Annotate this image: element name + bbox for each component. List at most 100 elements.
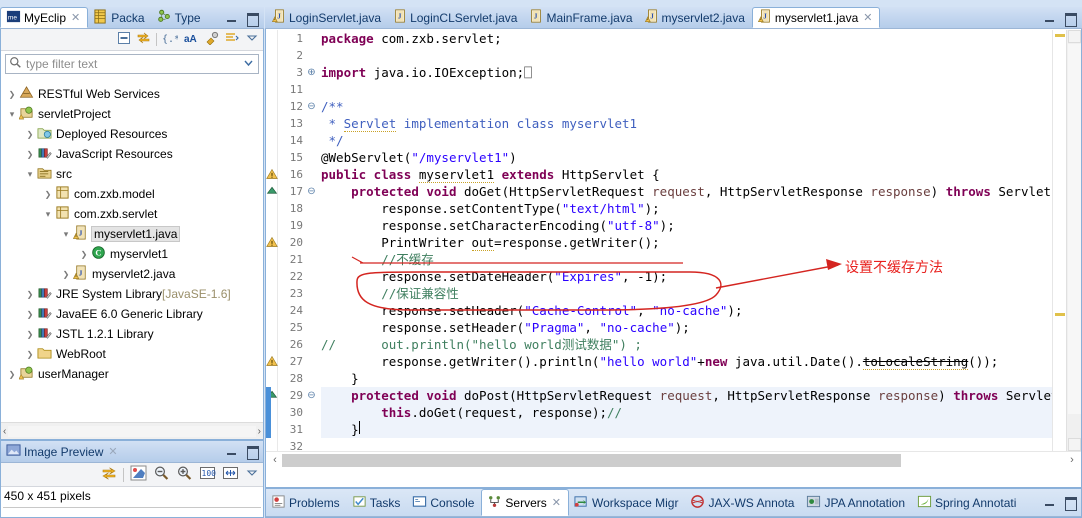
annotation-ruler-row[interactable] (266, 149, 277, 166)
editor-tab-mainframe-java[interactable]: J MainFrame.java (524, 7, 639, 28)
filter-text-field[interactable]: type filter text (5, 54, 259, 74)
chevron-down-icon[interactable] (242, 56, 255, 72)
annotation-ruler-row[interactable] (266, 183, 278, 200)
close-icon[interactable]: ✕ (71, 11, 80, 24)
tree-item-com-zxb-model[interactable]: com.zxb.model (1, 184, 263, 204)
code-line[interactable]: this.doGet(request, response);// (321, 404, 1052, 421)
zoom-in-icon[interactable] (176, 465, 193, 484)
left-tab-myeclip[interactable]: me MyEclip ✕ (0, 7, 89, 28)
filter-icon[interactable]: {.*} (162, 31, 186, 48)
code-line[interactable]: response.setHeader("Pragma", "no-cache")… (321, 319, 1052, 336)
scroll-right-arrow[interactable]: › (258, 426, 261, 437)
collapse-all-icon[interactable] (117, 31, 131, 48)
hscroll-thumb[interactable] (282, 453, 901, 467)
chevron-right-icon[interactable] (59, 269, 73, 279)
focus-icon[interactable] (224, 31, 240, 48)
package-explorer-hscrollbar[interactable]: ‹ › (1, 422, 263, 439)
chevron-right-icon[interactable] (23, 309, 37, 319)
sort-icon[interactable]: aA (183, 31, 199, 48)
bottom-tab-problems[interactable]: Problems (266, 489, 347, 516)
fold-marker-row[interactable] (306, 302, 317, 319)
code-line[interactable]: response.getWriter().println("hello worl… (321, 353, 1052, 370)
code-line[interactable]: /** (321, 98, 1052, 115)
chevron-right-icon[interactable] (41, 189, 55, 199)
code-line[interactable]: protected void doPost(HttpServletRequest… (321, 387, 1052, 404)
tree-item-src[interactable]: src (1, 164, 263, 184)
code-line[interactable]: protected void doGet(HttpServletRequest … (321, 183, 1052, 200)
fit-to-window-icon[interactable] (222, 465, 239, 484)
editor-hscrollbar[interactable]: ‹ › (266, 451, 1081, 468)
code-line[interactable] (321, 47, 1052, 64)
code-line[interactable]: @WebServlet("/myservlet1") (321, 149, 1052, 166)
chevron-down-icon[interactable] (5, 109, 19, 120)
annotation-ruler-row[interactable] (266, 251, 277, 268)
annotation-ruler-row[interactable] (266, 268, 277, 285)
source-code[interactable]: package com.zxb.servlet; import java.io.I… (317, 30, 1052, 451)
fold-marker-row[interactable] (306, 319, 317, 336)
minimize-icon[interactable] (1044, 12, 1057, 25)
chevron-right-icon[interactable] (23, 149, 37, 159)
fold-marker-row[interactable] (306, 200, 317, 217)
annotation-ruler-row[interactable] (266, 166, 278, 183)
vscroll-track[interactable] (1068, 44, 1081, 414)
scroll-up-arrow[interactable] (1068, 30, 1081, 43)
chevron-right-icon[interactable] (23, 349, 37, 359)
editor-tab-loginservlet-java[interactable]: J LoginServlet.java (267, 7, 388, 28)
annotation-ruler-row[interactable] (266, 336, 277, 353)
fold-collapse-icon[interactable]: ⊖ (306, 387, 317, 404)
left-tab-type[interactable]: Type (152, 7, 208, 28)
annotation-ruler[interactable] (266, 30, 278, 451)
fold-marker-row[interactable] (306, 421, 317, 438)
folding-ruler[interactable]: ⊕ ⊖ ⊖ ⊖ (306, 30, 317, 451)
bottom-tab-jpa-annotation[interactable]: JPA Annotation (801, 489, 912, 516)
tree-item-jre-system-library[interactable]: JRE System Library [JavaSE-1.6] (1, 284, 263, 304)
code-line[interactable]: import java.io.IOException;⎕ (321, 64, 1052, 81)
tree-item-myservlet1[interactable]: Cmyservlet1 (1, 244, 263, 264)
fold-marker-row[interactable] (306, 234, 317, 251)
left-tab-packa[interactable]: Packa (88, 7, 151, 28)
tree-item-com-zxb-servlet[interactable]: com.zxb.servlet (1, 204, 263, 224)
annotation-ruler-row[interactable] (266, 438, 277, 451)
code-line[interactable]: response.setContentType("text/html"); (321, 200, 1052, 217)
fold-marker-row[interactable] (306, 268, 317, 285)
code-line[interactable]: //保证兼容性 (321, 285, 1052, 302)
annotation-ruler-row[interactable] (266, 353, 278, 370)
chevron-right-icon[interactable] (77, 249, 91, 259)
tree-item-myservlet1-java[interactable]: Jmyservlet1.java (1, 224, 263, 244)
code-line[interactable]: // out.println("hello world测试数据") ; (321, 336, 1052, 353)
link-with-editor-icon[interactable] (136, 31, 151, 48)
fold-marker-row[interactable] (306, 370, 317, 387)
editor-vscrollbar[interactable] (1066, 30, 1081, 451)
bottom-tab-workspace-migr[interactable]: Workspace Migr (569, 489, 685, 516)
annotation-ruler-row[interactable] (266, 115, 277, 132)
fold-marker-row[interactable] (306, 166, 317, 183)
code-line[interactable]: PrintWriter out=response.getWriter(); (321, 234, 1052, 251)
code-area[interactable]: 1 2 3 11 12 13 14 15 16 17 18 19 20 21 22 23 24 25 26 27 28 2… (266, 30, 1081, 451)
editor-tab-myservlet2-java[interactable]: Jmyservlet2.java (640, 7, 752, 28)
fold-marker-row[interactable] (306, 438, 317, 451)
fold-collapse-icon[interactable]: ⊖ (306, 183, 317, 200)
annotation-ruler-row[interactable] (266, 47, 277, 64)
chevron-down-icon[interactable] (59, 229, 73, 240)
annotation-ruler-row[interactable] (266, 370, 277, 387)
fold-marker-row[interactable] (306, 251, 317, 268)
project-tree[interactable]: RESTful Web Services servletProject Deploy… (1, 81, 263, 421)
tree-item-restful-web-services[interactable]: RESTful Web Services (1, 84, 263, 104)
view-menu-icon[interactable] (245, 466, 259, 483)
annotation-ruler-row[interactable] (266, 234, 278, 251)
annotation-ruler-row[interactable] (266, 217, 277, 234)
chevron-right-icon[interactable] (23, 129, 37, 139)
editor-tab-loginclservlet-java[interactable]: J LoginCLServlet.java (388, 7, 524, 28)
code-line[interactable]: */ (321, 132, 1052, 149)
minimize-icon[interactable] (226, 12, 239, 25)
link-with-editor-icon[interactable] (101, 466, 117, 484)
annotation-ruler-row[interactable] (266, 132, 277, 149)
code-line[interactable]: response.setCharacterEncoding("utf-8"); (321, 217, 1052, 234)
minimize-icon[interactable] (226, 445, 239, 458)
palette-icon[interactable] (130, 465, 147, 484)
annotation-ruler-row[interactable] (266, 30, 277, 47)
annotation-ruler-row[interactable] (266, 319, 277, 336)
bottom-tab-jax-ws-annota[interactable]: JAX-WS Annota (685, 489, 801, 516)
close-icon[interactable]: ✕ (552, 496, 561, 509)
chevron-right-icon[interactable] (23, 329, 37, 339)
